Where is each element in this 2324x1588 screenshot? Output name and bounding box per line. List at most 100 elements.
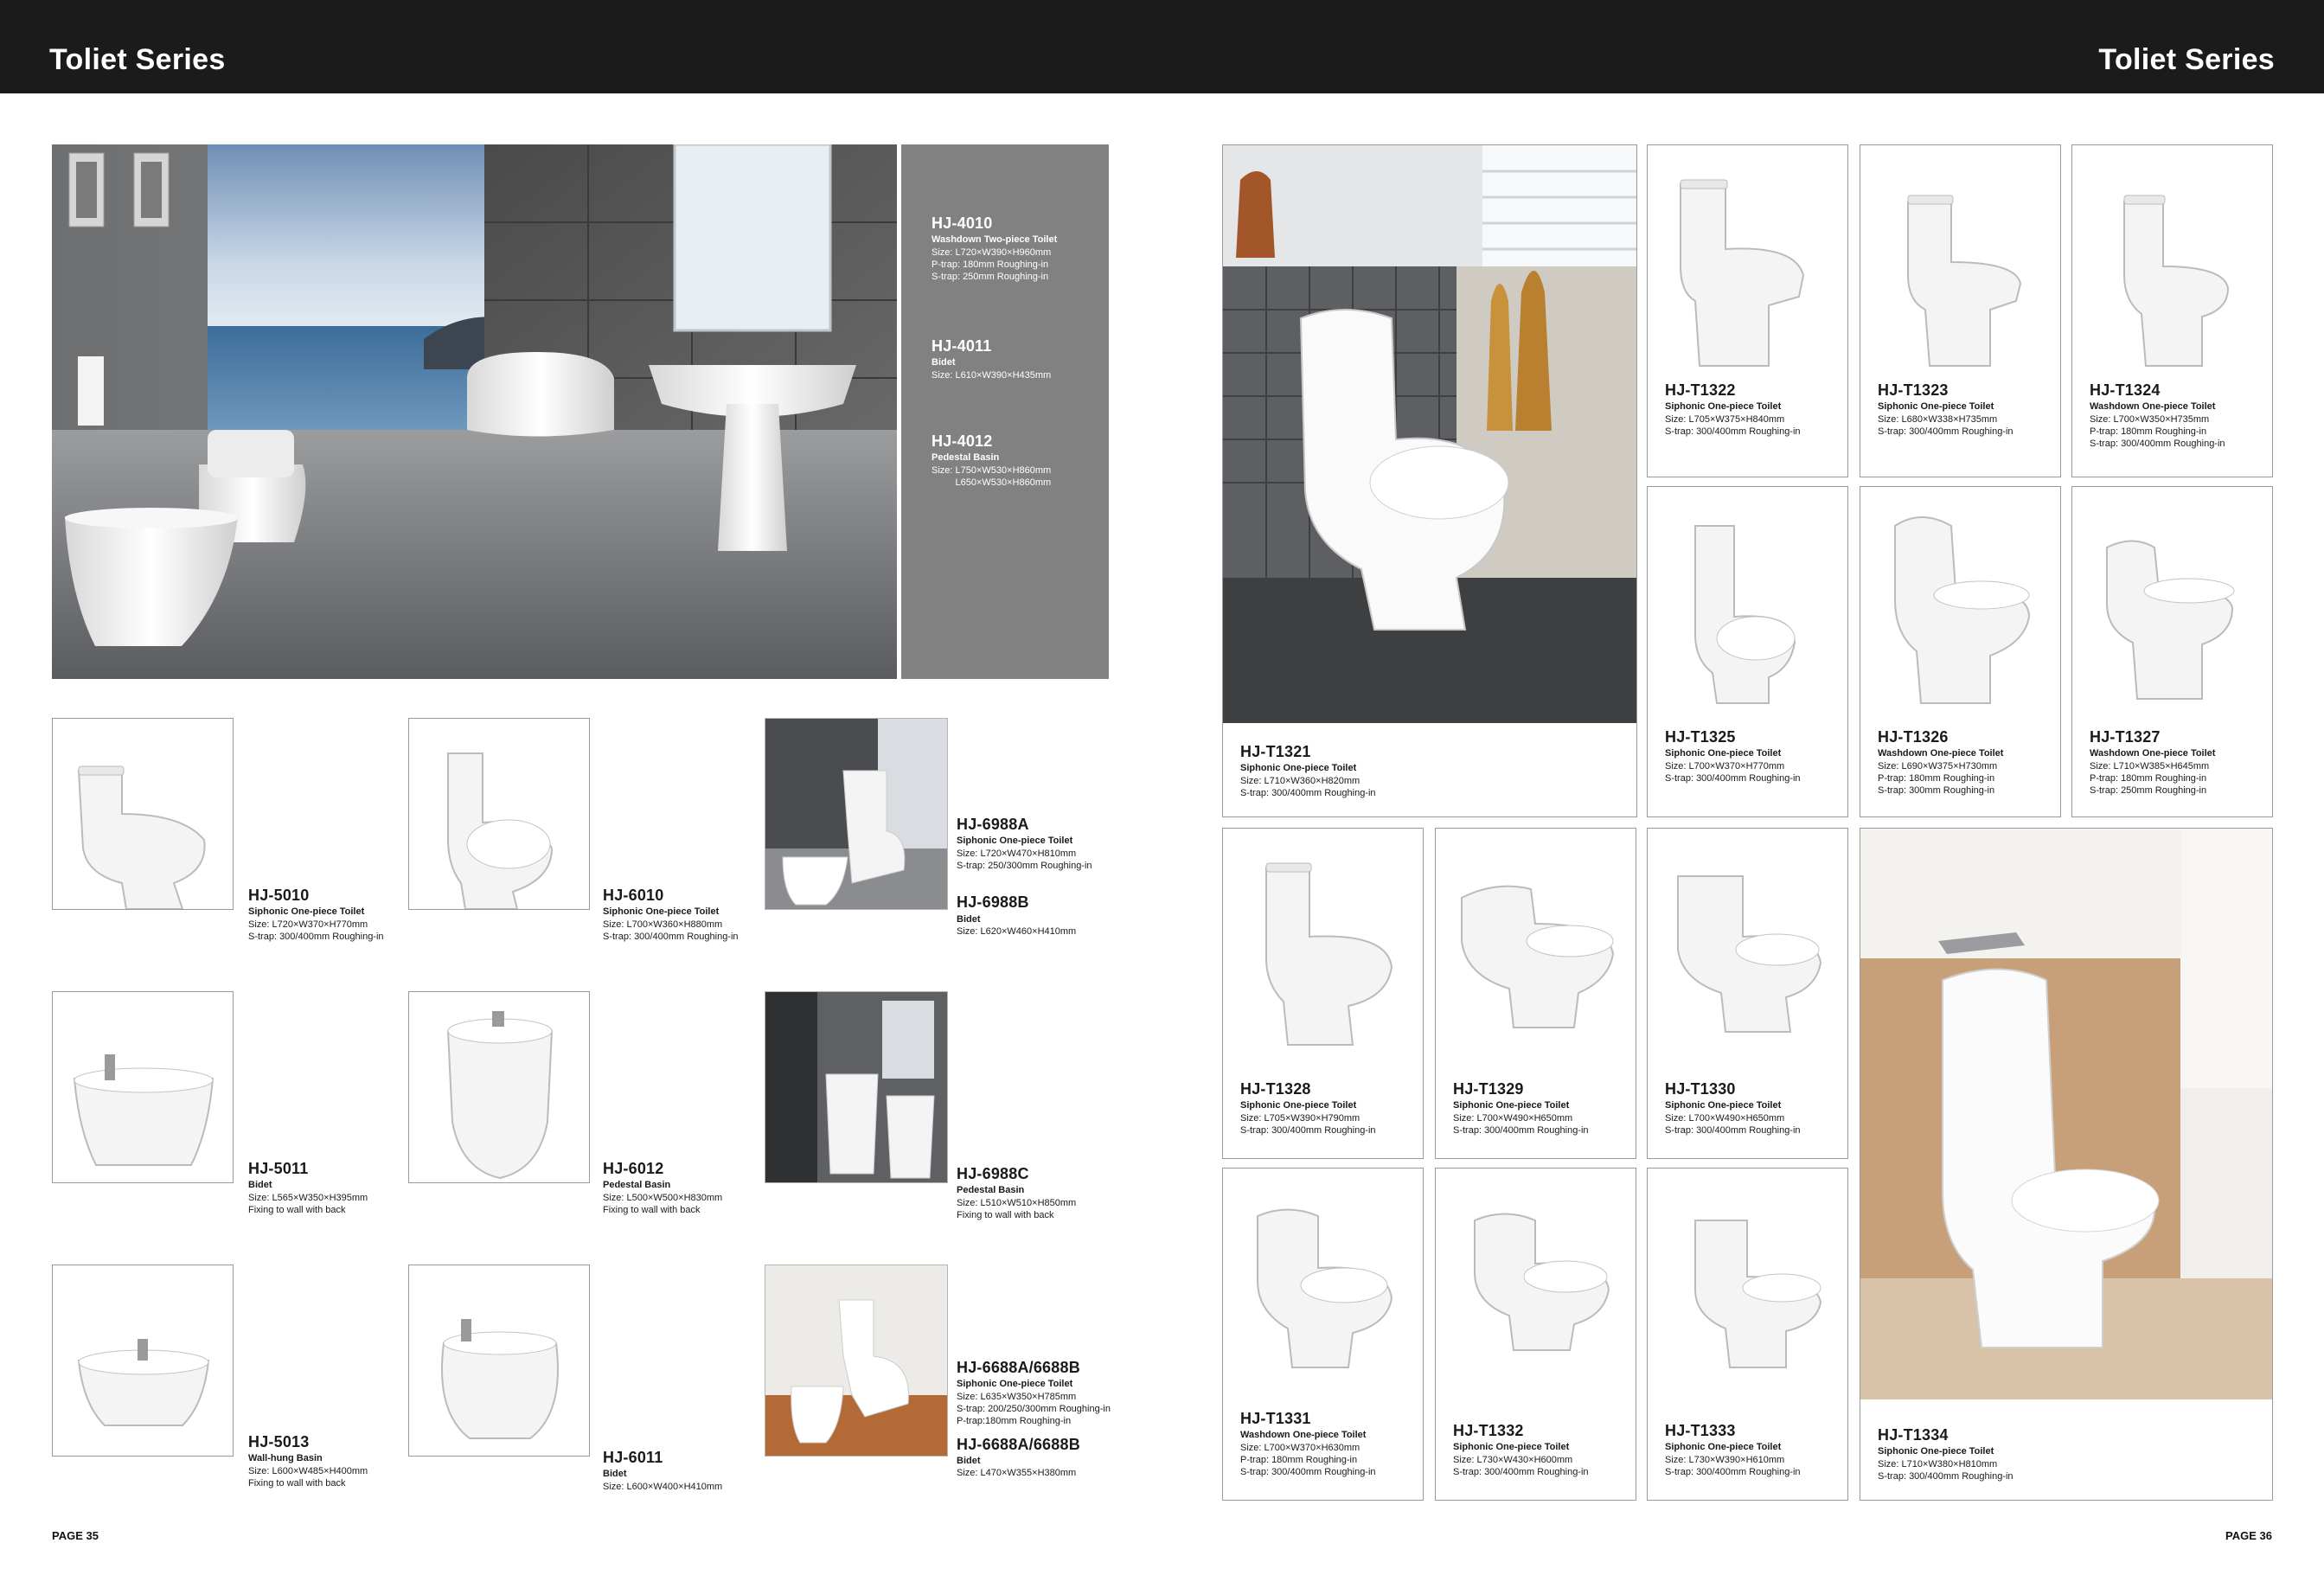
- product-info-hj-5013: HJ-5013 Wall-hung Basin Size: L600×W485×…: [248, 1432, 368, 1489]
- product-spec: S-trap: 300/400mm Roughing-in: [2090, 439, 2225, 450]
- product-description: Bidet: [957, 913, 981, 925]
- product-image-hj-6012: [408, 991, 590, 1183]
- product-spec: Size: L700×W360×H880mm: [603, 919, 723, 930]
- product-info-hj-6688: HJ-6688A/6688B Siphonic One-piece Toilet…: [957, 1358, 1111, 1480]
- product-card-hj-t1325: HJ-T1325 Siphonic One-piece Toilet Size:…: [1647, 486, 1848, 817]
- product-spec: Size: L700×W490×H650mm: [1453, 1112, 1573, 1124]
- product-card-hj-t1327: HJ-T1327 Washdown One-piece Toilet Size:…: [2071, 486, 2273, 817]
- product-spec: Size: L680×W338×H735mm: [1878, 413, 1998, 425]
- product-spec: S-trap: 300/400mm Roughing-in: [1665, 426, 1801, 437]
- product-spec: Size: L750×W530×H860mm: [932, 464, 1052, 476]
- product-code: HJ-T1321: [1240, 743, 1311, 760]
- product-spec: Size: L700×W370×H770mm: [1665, 760, 1785, 772]
- product-description: Bidet: [248, 1180, 272, 1191]
- hero-product-hj-4012: HJ-4012 Pedestal Basin Size: L750×W530×H…: [932, 432, 1051, 489]
- product-spec: P-trap: 180mm Roughing-in: [2090, 426, 2207, 437]
- product-spec: Size: L720×W370×H770mm: [248, 919, 368, 930]
- hero-info-panel: HJ-4010 Washdown Two-piece Toilet Size: …: [901, 144, 1109, 679]
- page-header: Toliet Series Toliet Series: [0, 0, 2324, 93]
- product-code: HJ-T1325: [1665, 728, 1736, 746]
- scene-photo-hj-t1321: [1223, 145, 1636, 723]
- product-description: Siphonic One-piece Toilet: [248, 906, 365, 918]
- product-info-hj-6012: HJ-6012 Pedestal Basin Size: L500×W500×H…: [603, 1159, 722, 1216]
- product-image-hj-5011: [52, 991, 234, 1183]
- product-code: HJ-T1333: [1665, 1422, 1736, 1439]
- one-piece-toilet-icon: [1694, 1220, 1822, 1368]
- product-info-hj-t1322: HJ-T1322 Siphonic One-piece Toilet Size:…: [1665, 381, 1801, 438]
- product-card-hj-t1323: HJ-T1323 Siphonic One-piece Toilet Size:…: [1860, 144, 2061, 477]
- right-series-title: Toliet Series: [2098, 43, 2275, 76]
- product-code: HJ-T1329: [1453, 1080, 1524, 1098]
- product-info-hj-6988c: HJ-6988C Pedestal Basin Size: L510×W510×…: [957, 1164, 1076, 1221]
- product-spec: Fixing to wall with back: [248, 1204, 346, 1215]
- product-spec: S-trap: 300/400mm Roughing-in: [1878, 426, 2013, 437]
- product-info-hj-t1326: HJ-T1326 Washdown One-piece Toilet Size:…: [1878, 727, 2003, 797]
- product-info-hj-t1323: HJ-T1323 Siphonic One-piece Toilet Size:…: [1878, 381, 2013, 438]
- product-description: Siphonic One-piece Toilet: [1665, 1100, 1782, 1111]
- wall-basin-icon: [77, 1339, 210, 1426]
- product-description: Siphonic One-piece Toilet: [1878, 401, 1994, 413]
- product-code: HJ-6688A/6688B: [957, 1435, 1080, 1453]
- product-description: Siphonic One-piece Toilet: [1665, 1442, 1782, 1453]
- tall-toilet-icon: [447, 752, 554, 909]
- scene-photo-hj-t1334: [1860, 829, 2272, 1399]
- product-spec: Fixing to wall with back: [603, 1204, 701, 1215]
- product-info-hj-t1321: HJ-T1321 Siphonic One-piece Toilet Size:…: [1240, 742, 1376, 799]
- product-spec: Fixing to wall with back: [957, 1209, 1054, 1220]
- product-spec: Size: L710×W360×H820mm: [1240, 775, 1360, 786]
- product-spec: Size: L700×W490×H650mm: [1665, 1112, 1785, 1124]
- one-piece-toilet-icon: [77, 765, 206, 909]
- product-description: Siphonic One-piece Toilet: [1240, 1100, 1357, 1111]
- product-info-hj-5010: HJ-5010 Siphonic One-piece Toilet Size: …: [248, 886, 384, 943]
- product-spec: Size: L720×W390×H960mm: [932, 247, 1052, 258]
- scene-photo-hj-6988a-b: [765, 718, 948, 910]
- product-spec: S-trap: 300/400mm Roughing-in: [1665, 1124, 1801, 1136]
- product-spec: S-trap: 300mm Roughing-in: [1878, 785, 1995, 797]
- hero-product-hj-4010: HJ-4010 Washdown Two-piece Toilet Size: …: [932, 214, 1057, 284]
- one-piece-toilet-icon: [1474, 1213, 1610, 1351]
- product-spec: Size: L730×W430×H600mm: [1453, 1454, 1573, 1465]
- product-description: Siphonic One-piece Toilet: [957, 1379, 1073, 1390]
- scene-photo-hj-6988c: [765, 991, 948, 1183]
- page-number-left: PAGE 35: [52, 1529, 99, 1542]
- product-spec: S-trap: 300/400mm Roughing-in: [1665, 772, 1801, 784]
- product-code: HJ-T1328: [1240, 1080, 1311, 1098]
- product-code: HJ-5010: [248, 887, 310, 904]
- product-spec: S-trap: 250mm Roughing-in: [932, 272, 1049, 283]
- product-description: Bidet: [932, 357, 956, 368]
- product-spec: Size: L610×W390×H435mm: [932, 369, 1052, 381]
- product-info-hj-t1333: HJ-T1333 Siphonic One-piece Toilet Size:…: [1665, 1421, 1801, 1478]
- product-spec: S-trap: 200/250/300mm Roughing-in: [957, 1403, 1111, 1414]
- product-spec: Size: L565×W350×H395mm: [248, 1192, 368, 1203]
- product-spec: Size: L600×W400×H410mm: [603, 1481, 723, 1492]
- left-series-title: Toliet Series: [49, 43, 226, 76]
- product-spec: S-trap: 300/400mm Roughing-in: [1240, 1124, 1376, 1136]
- product-description: Siphonic One-piece Toilet: [1665, 748, 1782, 759]
- product-spec: S-trap: 300/400mm Roughing-in: [1878, 1470, 2013, 1482]
- product-spec: Size: L690×W375×H730mm: [1878, 760, 1998, 772]
- product-info-hj-t1330: HJ-T1330 Siphonic One-piece Toilet Size:…: [1665, 1079, 1801, 1137]
- product-spec: Size: L720×W470×H810mm: [957, 848, 1077, 859]
- product-description: Siphonic One-piece Toilet: [1878, 1446, 1994, 1457]
- product-info-hj-6011: HJ-6011 Bidet Size: L600×W400×H410mm: [603, 1448, 722, 1493]
- product-spec: P-trap: 180mm Roughing-in: [1878, 772, 1995, 784]
- product-spec: Size: L700×W350×H735mm: [2090, 413, 2210, 425]
- page-number-right: PAGE 36: [2225, 1529, 2272, 1542]
- product-description: Siphonic One-piece Toilet: [957, 836, 1073, 847]
- product-spec: L650×W530×H860mm: [932, 477, 1052, 488]
- product-spec: Size: L600×W485×H400mm: [248, 1465, 368, 1476]
- hero-bathroom-photo: [52, 144, 897, 679]
- product-spec: S-trap: 300/400mm Roughing-in: [1665, 1466, 1801, 1477]
- product-code: HJ-6012: [603, 1160, 664, 1177]
- product-code: HJ-6988C: [957, 1165, 1029, 1182]
- product-card-hj-t1328: HJ-T1328 Siphonic One-piece Toilet Size:…: [1222, 828, 1424, 1159]
- scene-photo-hj-6688: [765, 1265, 948, 1457]
- product-spec: P-trap: 180mm Roughing-in: [1240, 1454, 1358, 1465]
- one-piece-toilet-icon: [1257, 1208, 1393, 1368]
- product-description: Wall-hung Basin: [248, 1453, 323, 1464]
- bidet-icon: [73, 1054, 214, 1166]
- product-spec: S-trap: 300/400mm Roughing-in: [1453, 1466, 1589, 1477]
- one-piece-toilet-icon: [2123, 195, 2230, 367]
- product-image-hj-6010: [408, 718, 590, 910]
- product-spec: Size: L510×W510×H850mm: [957, 1197, 1077, 1208]
